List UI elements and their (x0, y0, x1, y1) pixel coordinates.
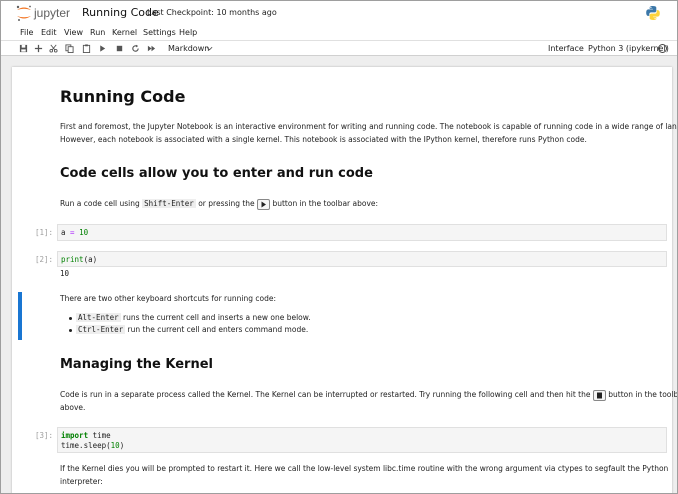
shift-enter-code: Shift-Enter (142, 199, 196, 208)
intro-paragraph-line-1: First and foremost, the Jupyter Notebook… (60, 122, 678, 131)
cell-3-line-2: time.sleep(10) (61, 441, 124, 450)
interface-switcher[interactable]: Interface (548, 44, 584, 53)
restart-icon[interactable] (131, 44, 140, 53)
active-cell-indicator (18, 292, 22, 340)
cell-1-code: a = 10 (61, 228, 88, 237)
cell-2-code: print(a) (61, 255, 97, 264)
fast-forward-icon[interactable] (147, 44, 156, 53)
cell-3-line-1: import time (61, 431, 111, 440)
code-cell-3[interactable]: import time time.sleep(10) (57, 427, 667, 453)
cell-3-close: ) (119, 441, 125, 450)
code-cell-1[interactable]: a = 10 (57, 224, 667, 241)
bullet-2 (69, 329, 72, 332)
ctrl-enter-code: Ctrl-Enter (76, 325, 126, 334)
menu-edit[interactable]: Edit (41, 28, 57, 37)
copy-icon[interactable] (65, 44, 74, 53)
python-logo-icon (646, 6, 660, 20)
run-icon[interactable] (98, 44, 107, 53)
cell-2-fn: print (61, 255, 84, 264)
cell-3-prompt: [3]: (35, 431, 54, 440)
chevron-down-icon[interactable] (206, 45, 213, 52)
cell-1-num: 10 (79, 228, 89, 237)
kernel-paragraph-line-1: Code is run in a separate process called… (60, 388, 678, 401)
shortcut-1-desc: runs the current cell and inserts a new … (123, 313, 311, 322)
kernel-text-pre: Code is run in a separate process called… (60, 390, 591, 399)
cell-2-output: 10 (60, 269, 70, 278)
run-text-mid: or pressing the (198, 199, 255, 208)
cell-3-obj: time. (61, 441, 84, 450)
alt-enter-code: Alt-Enter (76, 313, 121, 322)
run-text-pre: Run a code cell using (60, 199, 140, 208)
jupyter-window: jupyter Running Code Last Checkpoint: 10… (0, 0, 678, 494)
cell-1-prompt: [1]: (35, 228, 54, 237)
code-cell-2[interactable]: print(a) (57, 251, 667, 267)
paste-icon[interactable] (82, 44, 91, 53)
menu-view[interactable]: View (64, 28, 83, 37)
shortcuts-intro: There are two other keyboard shortcuts f… (60, 294, 276, 303)
shortcut-2-desc: run the current cell and enters command … (127, 325, 309, 334)
cell-type-select[interactable]: Markdown (168, 44, 209, 53)
logo-text: jupyter (33, 6, 70, 20)
run-instruction: Run a code cell using Shift-Enter or pre… (60, 197, 378, 210)
cell-3-fn: sleep (83, 441, 107, 450)
inline-stop-icon (592, 389, 606, 401)
cell-2-prompt: [2]: (35, 255, 54, 264)
bullet-1 (69, 317, 72, 320)
cell-2-args: (a) (83, 255, 98, 264)
heading-managing-kernel: Managing the Kernel (60, 357, 213, 372)
menu-kernel[interactable]: Kernel (112, 28, 137, 37)
kernel-status-icon (658, 44, 667, 53)
dies-paragraph-line-2: interpreter: (60, 477, 103, 486)
menu-file[interactable]: File (20, 28, 33, 37)
jupyter-logo-icon[interactable]: jupyter (15, 4, 79, 22)
cut-icon[interactable] (49, 44, 58, 53)
cell-3-num: 10 (110, 441, 120, 450)
run-text-post: button in the toolbar above: (272, 199, 379, 208)
dies-paragraph-line-1: If the Kernel dies you will be prompted … (60, 464, 669, 473)
kernel-text-post: button in the toolbar (608, 390, 678, 399)
menu-bar: File Edit View Run Kernel Settings Help (1, 25, 677, 40)
checkpoint-status: Last Checkpoint: 10 months ago (147, 8, 277, 17)
add-cell-icon[interactable] (34, 44, 43, 53)
menu-settings[interactable]: Settings (143, 28, 176, 37)
kernel-paragraph-line-2: above. (60, 403, 86, 412)
cell-3-module: time (92, 431, 111, 440)
cell-1-var: a (61, 228, 66, 237)
shortcut-item-2: Ctrl-Enter run the current cell and ente… (76, 323, 308, 336)
stop-icon[interactable] (115, 44, 124, 53)
intro-paragraph-line-2: However, each notebook is associated wit… (60, 135, 587, 144)
cell-3-keyword: import (61, 431, 89, 440)
menu-help[interactable]: Help (179, 28, 197, 37)
save-icon[interactable] (19, 44, 28, 53)
menu-run[interactable]: Run (90, 28, 105, 37)
cell-1-op: = (70, 228, 75, 237)
heading-code-cells: Code cells allow you to enter and run co… (60, 166, 373, 181)
kernel-name[interactable]: Python 3 (ipykernel) (588, 44, 669, 53)
notebook-toolbar: Markdown Interface Python 3 (ipykernel) (1, 40, 677, 56)
heading-running-code: Running Code (60, 87, 186, 106)
top-bar: jupyter Running Code Last Checkpoint: 10… (1, 1, 677, 25)
inline-run-icon (257, 198, 271, 210)
